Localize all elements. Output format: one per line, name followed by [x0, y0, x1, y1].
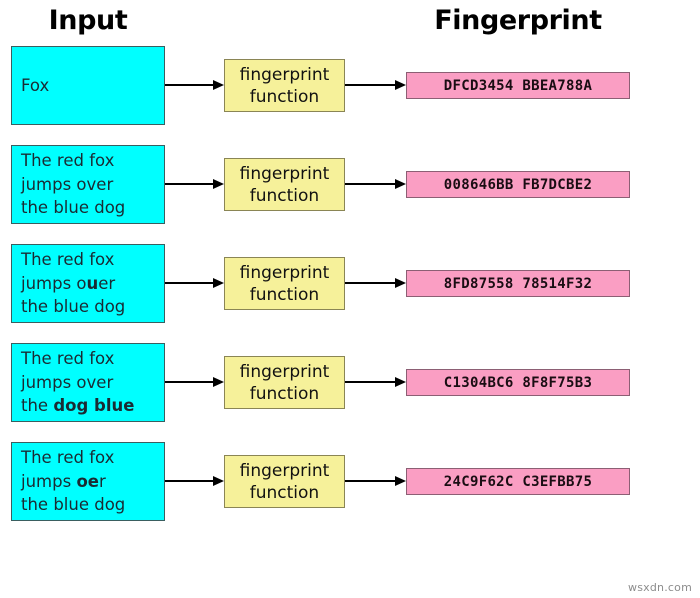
- fingerprint-function-label: fingerprint: [239, 262, 330, 283]
- arrow-head-icon: [395, 476, 406, 486]
- input-message-line: The red fox: [21, 347, 114, 371]
- input-text: The red fox: [21, 151, 115, 171]
- fingerprint-function-label: function: [249, 284, 320, 305]
- arrow-shaft: [345, 381, 395, 383]
- arrow-shaft: [345, 84, 395, 86]
- input-message-line: the blue dog: [21, 196, 125, 220]
- input-message-line: Fox: [21, 74, 49, 98]
- arrow-shaft: [165, 480, 213, 482]
- input-text: er: [98, 273, 116, 293]
- input-text: jumps: [21, 471, 77, 491]
- watermark: wsxdn.com: [628, 581, 692, 594]
- column-headers: Input Fingerprint: [0, 0, 700, 44]
- arrow-head-icon: [213, 278, 224, 288]
- fingerprint-hash-box: DFCD3454 BBEA788A: [406, 72, 630, 99]
- fingerprint-function-label: function: [249, 185, 320, 206]
- fingerprint-function-label: fingerprint: [239, 64, 330, 85]
- input-message-box: The red fox jumps ouer the blue dog: [11, 244, 165, 323]
- fingerprint-hash-box: 008646BB FB7DCBE2: [406, 171, 630, 198]
- arrow-head-icon: [213, 377, 224, 387]
- input-message-line: jumps oer: [21, 470, 106, 494]
- fingerprint-function-label: fingerprint: [239, 460, 330, 481]
- arrow-shaft: [165, 282, 213, 284]
- arrow-head-icon: [395, 179, 406, 189]
- fingerprint-function-box: fingerprint function: [224, 455, 345, 508]
- input-text: Fox: [21, 75, 50, 95]
- input-text: the blue dog: [21, 297, 126, 317]
- fingerprint-function-label: function: [249, 383, 320, 404]
- arrow-head-icon: [213, 476, 224, 486]
- input-text: jumps over: [21, 174, 114, 194]
- input-message-line: the dog blue: [21, 394, 134, 418]
- input-message-line: jumps over: [21, 371, 113, 395]
- input-message-line: jumps over: [21, 173, 113, 197]
- arrow-function-to-fingerprint: [345, 476, 406, 487]
- fingerprint-hash-box: 8FD87558 78514F32: [406, 270, 630, 297]
- arrow-shaft: [165, 183, 213, 185]
- arrow-input-to-function: [165, 179, 224, 190]
- input-changed-text: dog blue: [53, 396, 135, 416]
- input-text: the blue dog: [21, 495, 126, 515]
- fingerprint-function-box: fingerprint function: [224, 59, 345, 112]
- input-message-line: the blue dog: [21, 493, 125, 517]
- input-text: The red fox: [21, 448, 115, 468]
- fingerprint-function-box: fingerprint function: [224, 158, 345, 211]
- arrow-head-icon: [213, 179, 224, 189]
- arrow-shaft: [345, 282, 395, 284]
- fingerprint-function-box: fingerprint function: [224, 257, 345, 310]
- input-text: the: [21, 396, 54, 416]
- input-message-line: The red fox: [21, 446, 114, 470]
- fingerprint-function-label: function: [249, 482, 320, 503]
- arrow-shaft: [165, 84, 213, 86]
- input-message-line: the blue dog: [21, 295, 125, 319]
- input-message-box: The red fox jumps over the dog blue: [11, 343, 165, 422]
- arrow-shaft: [165, 381, 213, 383]
- fingerprint-function-label: function: [249, 86, 320, 107]
- arrow-function-to-fingerprint: [345, 80, 406, 91]
- input-text: The red fox: [21, 349, 115, 369]
- input-text: jumps o: [21, 273, 87, 293]
- input-changed-text: u: [86, 273, 99, 293]
- arrow-head-icon: [395, 377, 406, 387]
- input-message-box: Fox: [11, 46, 165, 125]
- input-message-line: The red fox: [21, 149, 114, 173]
- arrow-input-to-function: [165, 377, 224, 388]
- input-text: r: [98, 471, 106, 491]
- column-header-input: Input: [48, 5, 128, 36]
- input-message-box: The red fox jumps over the blue dog: [11, 145, 165, 224]
- input-text: jumps over: [21, 372, 114, 392]
- arrow-input-to-function: [165, 476, 224, 487]
- input-text: The red fox: [21, 250, 115, 270]
- fingerprint-function-label: fingerprint: [239, 163, 330, 184]
- arrow-input-to-function: [165, 80, 224, 91]
- arrow-head-icon: [395, 80, 406, 90]
- arrow-shaft: [345, 480, 395, 482]
- arrow-head-icon: [213, 80, 224, 90]
- fingerprint-function-label: fingerprint: [239, 361, 330, 382]
- arrow-head-icon: [395, 278, 406, 288]
- column-header-fingerprint: Fingerprint: [434, 5, 602, 36]
- arrow-input-to-function: [165, 278, 224, 289]
- fingerprint-function-box: fingerprint function: [224, 356, 345, 409]
- arrow-function-to-fingerprint: [345, 179, 406, 190]
- fingerprint-hash-box: 24C9F62C C3EFBB75: [406, 468, 630, 495]
- arrow-function-to-fingerprint: [345, 278, 406, 289]
- input-changed-text: oe: [76, 471, 99, 491]
- fingerprint-hash-box: C1304BC6 8F8F75B3: [406, 369, 630, 396]
- arrow-shaft: [345, 183, 395, 185]
- input-message-line: jumps ouer: [21, 272, 115, 296]
- input-message-line: The red fox: [21, 248, 114, 272]
- input-message-box: The red fox jumps oer the blue dog: [11, 442, 165, 521]
- input-text: the blue dog: [21, 198, 126, 218]
- arrow-function-to-fingerprint: [345, 377, 406, 388]
